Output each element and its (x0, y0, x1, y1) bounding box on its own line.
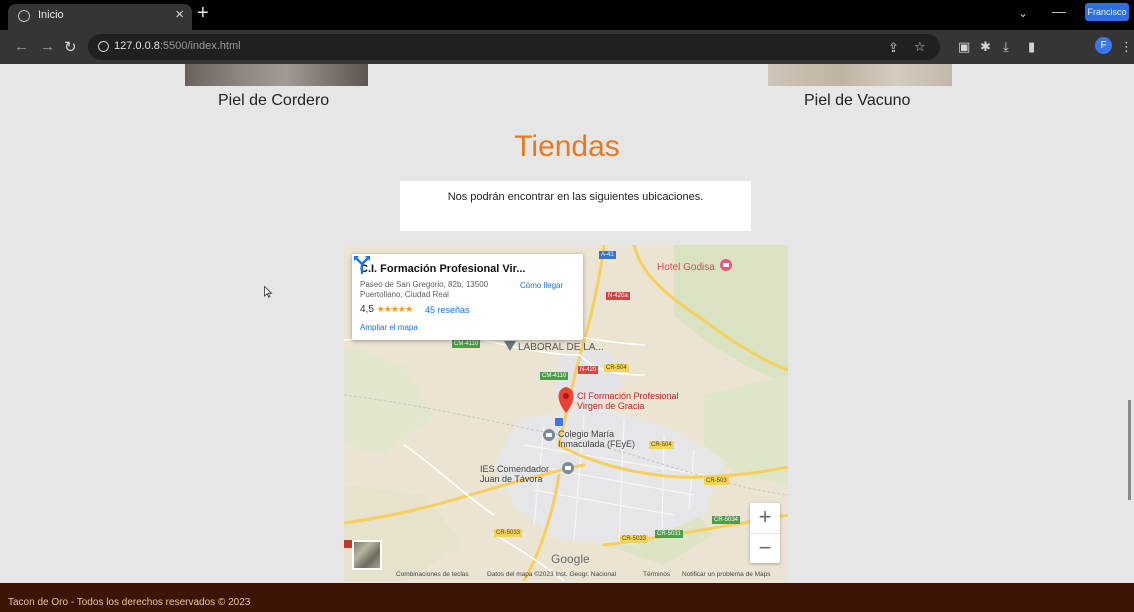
map-bus-stop-icon (555, 418, 563, 426)
forward-icon[interactable]: → (40, 38, 55, 55)
place-title: C.I. Formación Profesional Vir... (360, 263, 526, 275)
map-label-colegio[interactable]: Colegio María Inmaculada (FEyE) (558, 429, 635, 449)
reload-icon[interactable]: ↻ (64, 38, 77, 56)
stores-info-box: Nos podrán encontrar en las siguientes u… (400, 181, 751, 231)
browser-tab[interactable]: Inicio × (8, 4, 192, 30)
footer-text: Tacon de Oro - Todos los derechos reserv… (8, 597, 251, 608)
chevron-down-icon[interactable]: ⌄ (1018, 6, 1028, 20)
side-panel-icon[interactable]: ▮ (1028, 39, 1035, 55)
road-badge: CR-5031 (655, 530, 684, 538)
directions-icon[interactable] (352, 254, 372, 274)
map-pin-ies-icon[interactable] (562, 462, 574, 474)
road-badge: CR-5034 (712, 516, 741, 524)
rating-stars-icon: ★★★★★ (376, 304, 413, 314)
road-badge: N-420 (578, 366, 599, 374)
avatar[interactable]: F (1095, 37, 1112, 54)
map-data-attribution: Datos del mapa ©2023 Inst. Geogr. Nacion… (487, 571, 617, 578)
road-badge: N-420a (606, 292, 630, 300)
map-label-laboral[interactable]: LABORAL DE LA... (518, 342, 604, 353)
address-bar[interactable]: 127.0.0.8:5500/index.html ⇪ ☆ (88, 34, 940, 60)
tab-close-icon[interactable]: × (175, 6, 184, 23)
profile-name-chip[interactable]: Francisco (1085, 3, 1129, 21)
page-content: Piel de Cordero Piel de Vacuno Tiendas N… (0, 64, 1134, 612)
product-caption-cordero: Piel de Cordero (218, 92, 330, 109)
map-pin-hotel-icon[interactable] (720, 259, 732, 271)
zoom-controls: + − (750, 503, 780, 563)
new-tab-button[interactable]: + (197, 2, 209, 25)
road-badge: CM-4110 (452, 340, 481, 348)
place-address: Paseo de San Gregorio, 82b, 13500 Puertol… (360, 280, 489, 299)
product-image-vacuno (768, 64, 952, 86)
keyboard-shortcuts-link[interactable]: Combinaciones de teclas (396, 571, 469, 578)
browser-toolbar: ← → ↻ 127.0.0.8:5500/index.html ⇪ ☆ ▣ ✱ … (0, 30, 1134, 64)
menu-icon[interactable]: ⋮ (1120, 39, 1133, 55)
minimize-icon[interactable]: — (1052, 3, 1066, 19)
road-badge: CR-504 (604, 364, 629, 372)
road-badge: CR-5033 (620, 535, 649, 543)
back-icon[interactable]: ← (14, 38, 29, 55)
report-problem-link[interactable]: Notificar un problema de Maps (682, 571, 771, 578)
stores-intro-text: Nos podrán encontrar en las siguientes u… (447, 191, 704, 203)
road-badge: CR-504 (649, 441, 674, 449)
zoom-in-button[interactable]: + (750, 503, 780, 533)
store-map[interactable]: s Hotel Godisa LABORAL DE LA... CI Forma… (344, 245, 788, 581)
extensions-icon[interactable]: ✱ (980, 39, 991, 55)
mouse-cursor-icon (264, 286, 273, 298)
enlarge-map-link[interactable]: Ampliar el mapa (360, 323, 418, 332)
page-scrollbar[interactable] (1128, 400, 1131, 500)
reviews-link[interactable]: 45 reseñas (425, 305, 470, 315)
product-image-cordero (185, 64, 368, 86)
road-badge: A-41 (599, 251, 616, 259)
road-badge: CR-503 (704, 477, 729, 485)
map-label-ies[interactable]: IES Comendador Juan de Távora (480, 464, 549, 484)
info-icon[interactable] (98, 41, 109, 52)
map-footer: Combinaciones de teclas Datos del mapa ©… (344, 569, 788, 581)
section-title: Tiendas (514, 130, 620, 163)
directions-link[interactable]: Cómo llegar (520, 281, 563, 290)
google-logo: Google (551, 552, 590, 566)
map-label-cifp[interactable]: CI Formación Profesional Virgen de Gracia (577, 391, 679, 411)
globe-icon (18, 10, 30, 22)
download-icon[interactable]: ⤓ (1003, 39, 1009, 55)
map-pin-colegio-icon[interactable] (543, 429, 555, 441)
site-footer: Tacon de Oro - Todos los derechos reserv… (0, 583, 1134, 612)
zoom-out-button[interactable]: − (750, 533, 780, 564)
url-text: 127.0.0.8:5500/index.html (114, 40, 241, 52)
cast-icon[interactable]: ▣ (958, 39, 970, 55)
browser-tab-bar: Inicio × + ⌄ — Francisco (0, 0, 1134, 30)
road-badge: CR-5033 (494, 529, 523, 537)
terms-link[interactable]: Términos (643, 571, 670, 578)
map-label-hotel[interactable]: Hotel Godisa (657, 262, 715, 273)
map-place-card: C.I. Formación Profesional Vir... Paseo … (352, 254, 583, 340)
place-rating: 4,5 ★★★★★ (360, 304, 413, 315)
tab-title: Inicio (38, 9, 64, 21)
star-icon[interactable]: ☆ (914, 39, 926, 55)
satellite-layer-toggle[interactable] (352, 540, 382, 570)
share-icon[interactable]: ⇪ (888, 40, 899, 56)
road-badge: CM-4110 (540, 372, 569, 380)
product-caption-vacuno: Piel de Vacuno (804, 92, 911, 109)
